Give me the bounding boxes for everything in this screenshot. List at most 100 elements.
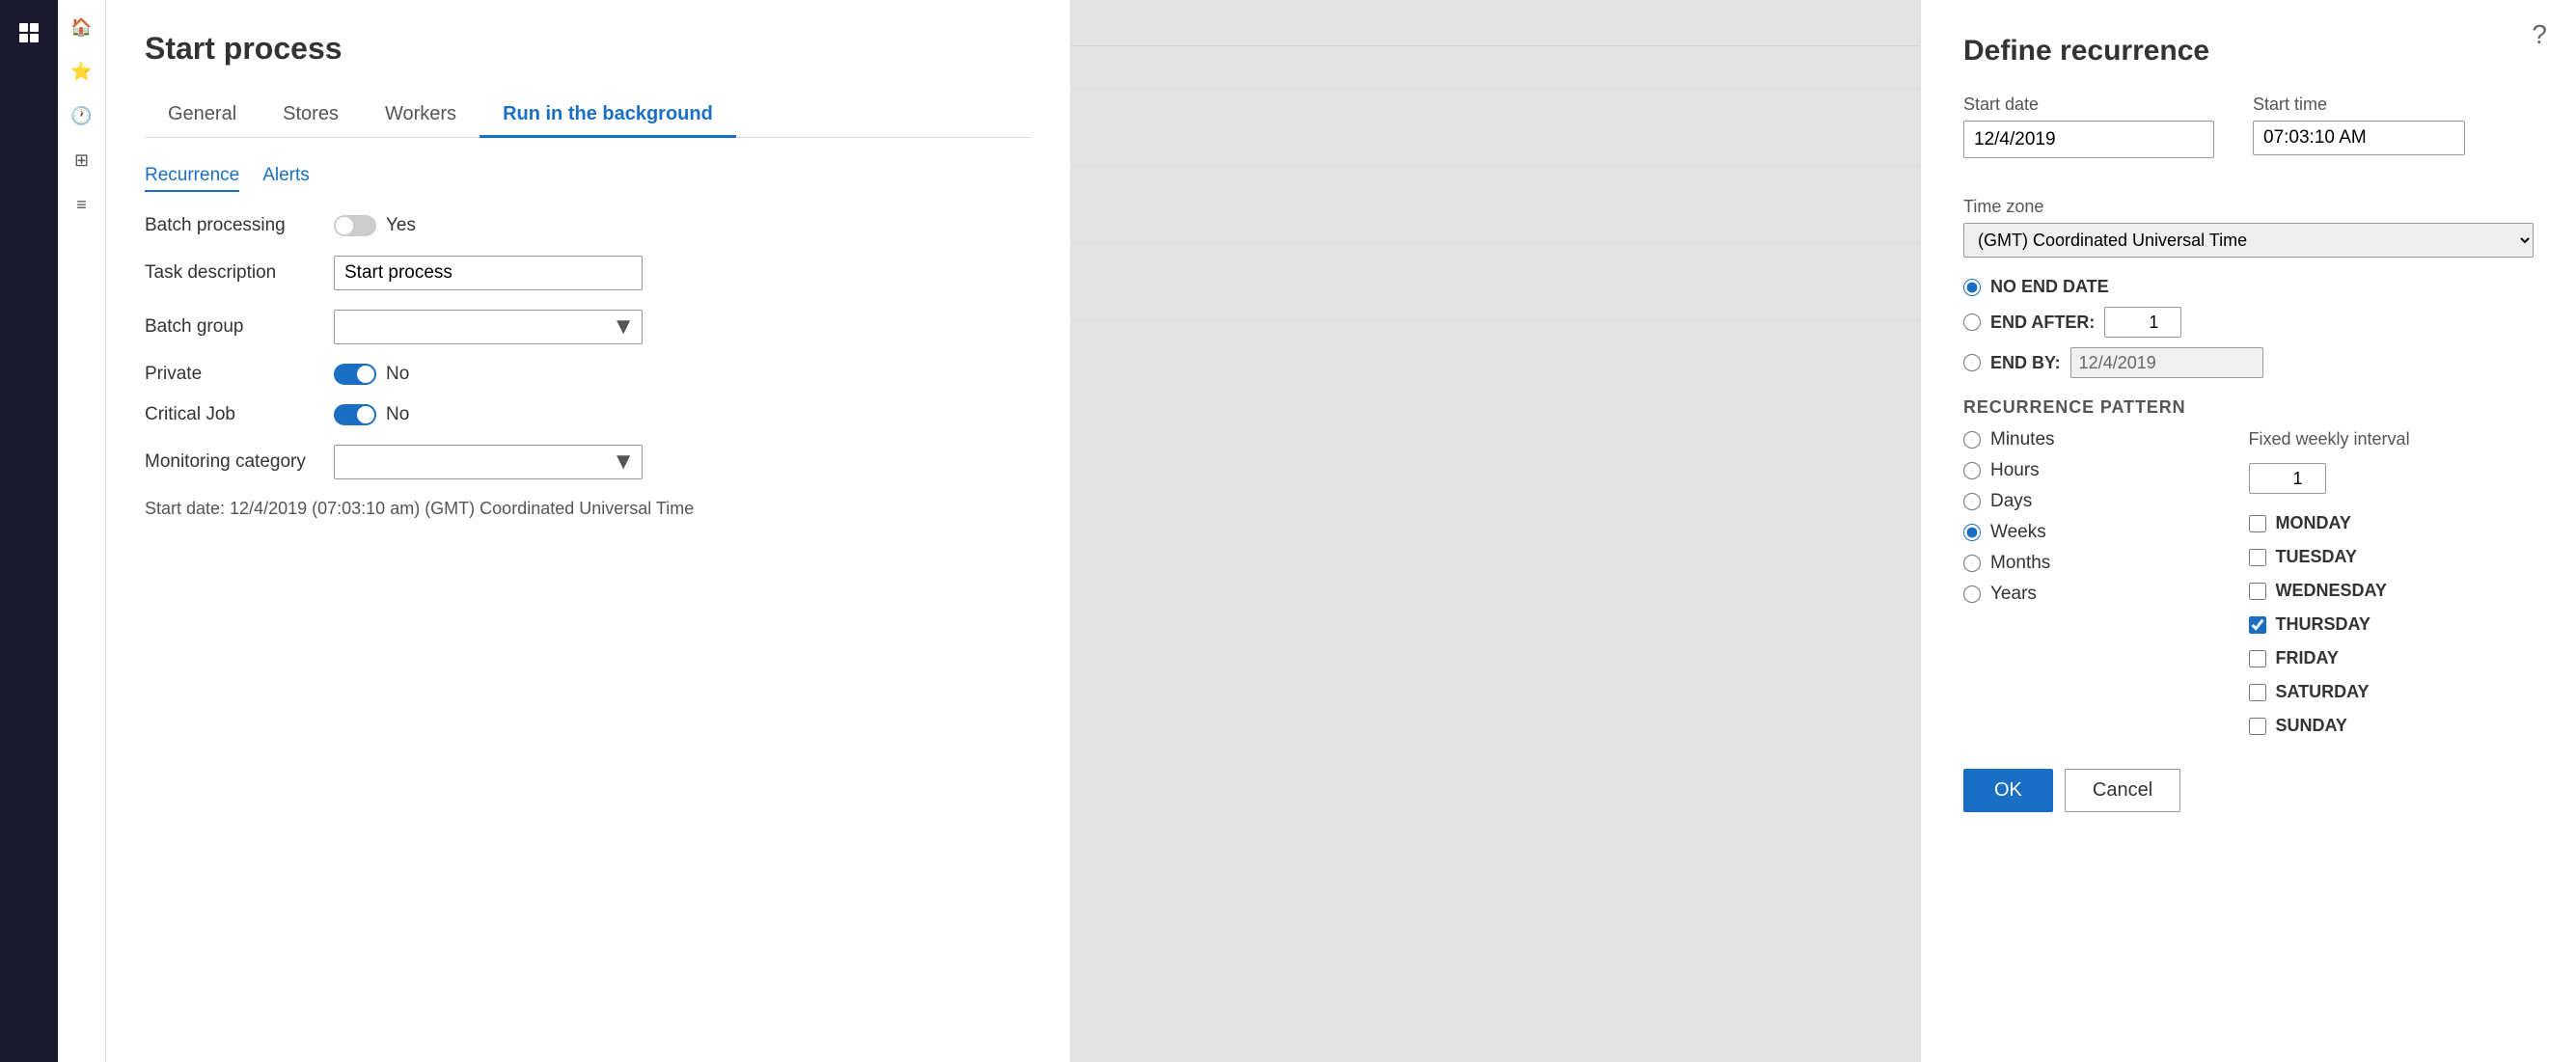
end-by-label: END BY:	[1990, 353, 2061, 373]
timezone-select[interactable]: (GMT) Coordinated Universal Time (GMT-05…	[1963, 223, 2534, 258]
thursday-checkbox[interactable]	[2249, 616, 2266, 634]
cancel-button[interactable]: Cancel	[2065, 769, 2180, 812]
task-description-row: Task description	[145, 256, 1031, 290]
batch-group-row: Batch group ▼	[145, 310, 1031, 344]
start-process-title: Start process	[145, 31, 1031, 67]
toggle-thumb	[336, 217, 353, 234]
pattern-right: Fixed weekly interval MONDAY TUESDAY WED…	[2249, 429, 2535, 742]
years-radio[interactable]	[1963, 585, 1981, 603]
end-options-group: NO END DATE END AFTER: END BY:	[1963, 277, 2534, 378]
friday-checkbox[interactable]	[2249, 650, 2266, 667]
months-radio[interactable]	[1963, 555, 1981, 572]
private-toggle-track[interactable]	[334, 364, 376, 385]
pattern-left: Minutes Hours Days Weeks	[1963, 429, 2249, 742]
end-by-input[interactable]	[2070, 347, 2263, 378]
tab-stores[interactable]: Stores	[260, 94, 362, 138]
tuesday-row: TUESDAY	[2249, 547, 2535, 567]
monday-row: MONDAY	[2249, 513, 2535, 533]
no-end-date-radio[interactable]	[1963, 279, 1981, 296]
wednesday-checkbox[interactable]	[2249, 583, 2266, 600]
private-toggle[interactable]: No	[334, 364, 409, 385]
minutes-radio[interactable]	[1963, 431, 1981, 449]
nav-strip	[0, 0, 58, 1062]
pattern-hours: Hours	[1963, 460, 2249, 481]
critical-job-row: Critical Job No	[145, 404, 1031, 425]
days-radio[interactable]	[1963, 493, 1981, 510]
fixed-weekly-input[interactable]	[2249, 463, 2326, 494]
batch-group-label: Batch group	[145, 316, 318, 338]
sidebar-icon-star[interactable]: ⭐	[63, 52, 101, 91]
start-date-info: Start date: 12/4/2019 (07:03:10 am) (GMT…	[145, 499, 1031, 519]
start-date-input-wrap: 📅	[1963, 121, 2214, 158]
sunday-checkbox[interactable]	[2249, 718, 2266, 735]
weeks-radio[interactable]	[1963, 524, 1981, 541]
batch-processing-row: Batch processing Yes	[145, 215, 1031, 236]
button-row: OK Cancel	[1963, 769, 2534, 812]
years-label: Years	[1990, 584, 2037, 605]
start-time-input[interactable]	[2253, 121, 2465, 155]
batch-processing-label: Batch processing	[145, 215, 318, 236]
critical-job-toggle[interactable]: No	[334, 404, 409, 425]
private-toggle-label: No	[386, 364, 409, 385]
monday-label: MONDAY	[2276, 513, 2351, 533]
tuesday-checkbox[interactable]	[2249, 549, 2266, 566]
batch-group-select[interactable]	[334, 310, 643, 344]
weeks-label: Weeks	[1990, 522, 2046, 543]
start-time-field: Start time	[2253, 95, 2465, 158]
sub-tab-bar: Recurrence Alerts	[145, 165, 1031, 192]
private-row: Private No	[145, 364, 1031, 385]
sidebar-icon-home[interactable]: 🏠	[63, 8, 101, 46]
sidebar-icon-grid[interactable]: ⊞	[63, 141, 101, 179]
saturday-label: SATURDAY	[2276, 682, 2370, 702]
recurrence-title: Define recurrence	[1963, 35, 2534, 68]
batch-group-select-wrapper: ▼	[334, 310, 643, 344]
pattern-grid: Minutes Hours Days Weeks	[1963, 429, 2534, 742]
task-description-input[interactable]	[334, 256, 643, 290]
sidebar: 🏠 ⭐ 🕐 ⊞ ≡	[58, 0, 106, 1062]
toggle-track[interactable]	[334, 215, 376, 236]
sub-tab-alerts[interactable]: Alerts	[262, 165, 310, 192]
hours-label: Hours	[1990, 460, 2040, 481]
batch-processing-toggle-label: Yes	[386, 215, 416, 236]
sub-tab-recurrence[interactable]: Recurrence	[145, 165, 239, 192]
private-toggle-thumb	[357, 366, 374, 383]
saturday-checkbox[interactable]	[2249, 684, 2266, 701]
start-time-label: Start time	[2253, 95, 2465, 115]
tab-general[interactable]: General	[145, 94, 260, 138]
thursday-label: THURSDAY	[2276, 614, 2370, 635]
critical-job-toggle-thumb	[357, 406, 374, 423]
monday-checkbox[interactable]	[2249, 515, 2266, 532]
ok-button[interactable]: OK	[1963, 769, 2053, 812]
timezone-field: Time zone (GMT) Coordinated Universal Ti…	[1963, 197, 2534, 258]
date-time-row: Start date 📅 Start time	[1963, 95, 2534, 177]
batch-processing-toggle[interactable]: Yes	[334, 215, 416, 236]
wednesday-label: WEDNESDAY	[2276, 581, 2387, 601]
sidebar-icon-clock[interactable]: 🕐	[63, 96, 101, 135]
critical-job-toggle-track[interactable]	[334, 404, 376, 425]
fixed-weekly-label: Fixed weekly interval	[2249, 429, 2535, 449]
monitoring-category-select[interactable]	[334, 445, 643, 479]
private-label: Private	[145, 364, 318, 385]
months-label: Months	[1990, 553, 2050, 574]
sidebar-icon-list[interactable]: ≡	[63, 185, 101, 224]
start-date-input[interactable]	[1964, 123, 2214, 156]
start-process-panel: Start process General Stores Workers Run…	[106, 0, 1071, 1062]
recurrence-panel: Define recurrence Start date 📅 Start tim…	[1920, 0, 2576, 1062]
monitoring-category-select-wrapper: ▼	[334, 445, 643, 479]
app-icon[interactable]	[6, 10, 52, 56]
tab-workers[interactable]: Workers	[362, 94, 480, 138]
end-by-radio[interactable]	[1963, 354, 1981, 371]
modal-overlay: Start process General Stores Workers Run…	[106, 0, 2576, 1062]
pattern-days: Days	[1963, 491, 2249, 512]
help-icon[interactable]: ?	[2532, 19, 2547, 50]
tab-run-in-background[interactable]: Run in the background	[480, 94, 736, 138]
hours-radio[interactable]	[1963, 462, 1981, 479]
sunday-label: SUNDAY	[2276, 716, 2347, 736]
no-end-date-row: NO END DATE	[1963, 277, 2534, 297]
end-after-row: END AFTER:	[1963, 307, 2534, 338]
minutes-label: Minutes	[1990, 429, 2055, 450]
end-after-radio[interactable]	[1963, 313, 1981, 331]
saturday-row: SATURDAY	[2249, 682, 2535, 702]
end-after-input[interactable]	[2104, 307, 2181, 338]
friday-label: FRIDAY	[2276, 648, 2339, 668]
